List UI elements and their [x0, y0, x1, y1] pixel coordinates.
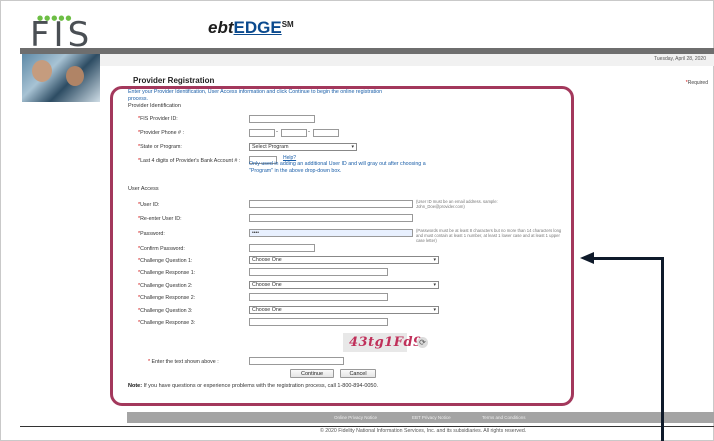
required-legend: *Required	[685, 80, 708, 86]
copyright-text: © 2020 Fidelity National Information Ser…	[320, 428, 527, 434]
annotation-arrow-stem	[661, 258, 664, 441]
footer-rule	[20, 426, 714, 427]
page-title: Provider Registration	[133, 76, 215, 85]
logo-text: FIS	[30, 15, 94, 55]
footer-link-online-privacy[interactable]: Online Privacy Notice	[334, 415, 377, 420]
brand-sm: SM	[281, 20, 294, 29]
brand-edge[interactable]: EDGE	[234, 18, 282, 37]
fis-logo: ●●●●● FIS	[30, 14, 110, 55]
footer-bar: Online Privacy Notice EBT Privacy Notice…	[127, 412, 714, 423]
annotation-arrow-head	[580, 252, 594, 264]
annotation-arrow-shaft	[594, 257, 664, 260]
header-photo	[22, 54, 100, 102]
ebtedge-brand: ebtEDGESM	[208, 18, 294, 38]
highlight-box	[110, 86, 574, 406]
footer-link-terms[interactable]: Terms and Conditions	[482, 415, 526, 420]
required-label: Required	[687, 80, 708, 86]
current-date: Tuesday, April 28, 2020	[654, 56, 706, 62]
footer-link-ebt-privacy[interactable]: EBT Privacy Notice	[412, 415, 451, 420]
brand-ebt: ebt	[208, 18, 234, 37]
date-bar: Tuesday, April 28, 2020	[100, 54, 714, 66]
